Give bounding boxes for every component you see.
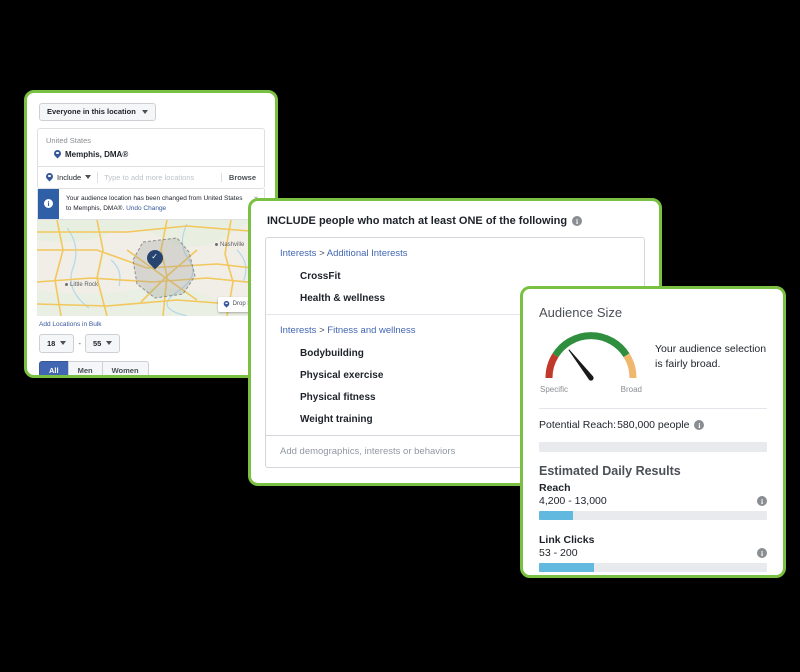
breadcrumb-separator: > — [319, 325, 325, 336]
gauge-label-broad: Broad — [620, 385, 642, 394]
map-pin-icon — [46, 173, 53, 182]
audience-scope-label: Everyone in this location — [47, 107, 136, 116]
info-icon[interactable]: i — [572, 216, 583, 226]
audience-scope-dropdown[interactable]: Everyone in this location — [39, 103, 156, 121]
info-icon[interactable]: i — [694, 420, 705, 430]
age-min-select[interactable]: 18 — [39, 333, 75, 353]
breadcrumb-separator: > — [319, 248, 325, 259]
audience-size-title: Audience Size — [539, 305, 623, 320]
metric-bar-fill — [539, 511, 574, 520]
breadcrumb-leaf: Additional Interests — [326, 248, 408, 259]
potential-reach-label: Potential Reach: — [539, 419, 617, 431]
audience-gauge-row: Specific Broad Your audience selection i… — [539, 326, 767, 394]
location-search-input[interactable]: Type to add more locations — [104, 173, 215, 182]
breadcrumb-root: Interests — [280, 325, 317, 336]
potential-reach-row: Potential Reach: 580,000 people i — [539, 419, 767, 431]
browse-button[interactable]: Browse — [220, 172, 256, 182]
metric-value: 53 - 200 — [539, 547, 578, 559]
metric-reach: Reach 4,200 - 13,000 i — [539, 482, 767, 520]
chevron-down-icon — [60, 341, 67, 346]
metric-name: Link Clicks — [539, 534, 595, 546]
gauge-label-specific: Specific — [540, 385, 569, 394]
chevron-down-icon — [141, 109, 148, 114]
age-min-value: 18 — [47, 338, 56, 348]
metric-bar-track — [539, 563, 767, 572]
age-separator: - — [78, 338, 82, 348]
audience-gauge: Specific Broad — [539, 326, 643, 394]
selected-location-item[interactable]: Memphis, DMA® — [38, 148, 264, 166]
gender-segmented-control: All Men Women — [35, 360, 267, 375]
gender-option-women[interactable]: Women — [101, 360, 149, 375]
include-dropdown[interactable]: Include — [46, 172, 92, 182]
map-city-label: Little Rock — [65, 282, 98, 288]
divider — [97, 171, 99, 183]
age-max-value: 55 — [93, 338, 102, 348]
metric-bar-track — [539, 511, 767, 520]
breadcrumb-leaf: Fitness and wellness — [327, 325, 416, 336]
chevron-down-icon — [106, 341, 113, 346]
include-label: Include — [57, 172, 82, 182]
potential-reach-bar — [539, 442, 767, 452]
map-city-label: Nashville — [215, 242, 244, 248]
metric-bar-fill — [539, 563, 594, 572]
interest-item[interactable]: CrossFit — [266, 266, 644, 288]
info-icon: i — [38, 188, 59, 219]
gender-option-men[interactable]: Men — [67, 360, 102, 375]
include-title-text: INCLUDE people who match at least ONE of… — [267, 215, 568, 227]
audience-size-message: Your audience selection is fairly broad. — [655, 343, 767, 371]
metric-value: 4,200 - 13,000 — [539, 495, 607, 507]
age-max-select[interactable]: 55 — [85, 333, 121, 353]
estimated-daily-results-title: Estimated Daily Results — [539, 464, 681, 478]
location-list-box: United States Memphis, DMA® Include Type… — [37, 127, 265, 189]
undo-change-link[interactable]: Undo Change — [126, 205, 166, 212]
info-icon[interactable]: i — [757, 548, 767, 558]
location-map[interactable]: Little Rock Nashville ✓ Drop Pin — [37, 219, 265, 316]
chevron-down-icon — [85, 175, 92, 179]
metric-value-row: 53 - 200 i — [539, 547, 767, 559]
gauge-labels: Specific Broad — [539, 385, 643, 394]
interest-breadcrumb[interactable]: Interests > Additional Interests — [266, 248, 644, 266]
breadcrumb-root: Interests — [280, 248, 317, 259]
location-include-row: Include Type to add more locations Brows… — [38, 165, 264, 188]
divider — [539, 408, 767, 409]
location-change-notice: i Your audience location has been change… — [37, 188, 265, 220]
map-pin-icon — [54, 150, 61, 159]
map-pin-icon — [223, 301, 229, 308]
metric-link-clicks: Link Clicks 53 - 200 i — [539, 534, 767, 572]
map-location-pin-icon: ✓ — [143, 246, 167, 270]
selected-location-label: Memphis, DMA® — [65, 149, 129, 159]
location-targeting-panel: Everyone in this location United States … — [24, 90, 278, 378]
metric-name: Reach — [539, 482, 571, 494]
info-icon[interactable]: i — [757, 496, 767, 506]
gender-option-all[interactable]: All — [39, 360, 68, 375]
include-section-title: INCLUDE people who match at least ONE of… — [267, 215, 645, 227]
metric-value-row: 4,200 - 13,000 i — [539, 495, 767, 507]
potential-reach-value: 580,000 people — [617, 419, 690, 431]
notice-text: Your audience location has been changed … — [59, 189, 248, 219]
add-locations-in-bulk-link[interactable]: Add Locations in Bulk — [35, 316, 267, 334]
audience-size-panel: Audience Size Specific Broad Your audien… — [520, 286, 786, 578]
location-country-label: United States — [46, 135, 92, 145]
age-range-row: 18 - 55 — [35, 333, 267, 361]
